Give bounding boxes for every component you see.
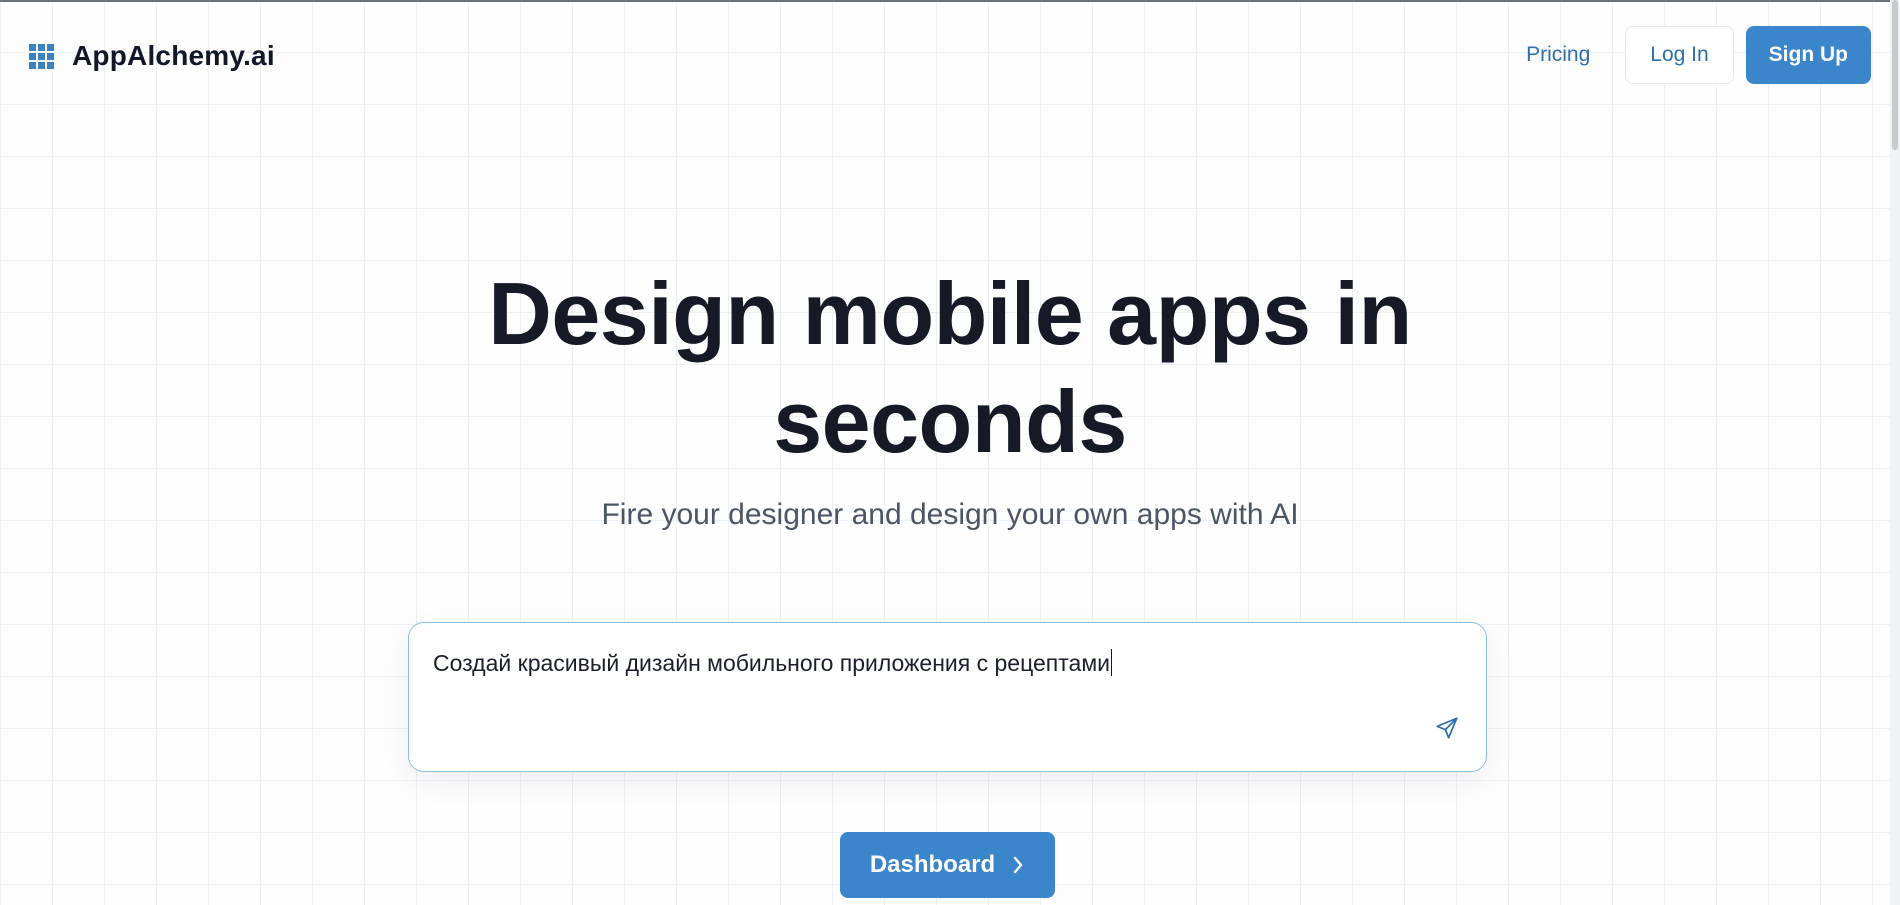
signup-button[interactable]: Sign Up — [1745, 26, 1871, 84]
login-button[interactable]: Log In — [1625, 26, 1734, 84]
dashboard-label: Dashboard — [869, 851, 996, 878]
hero: Design mobile apps in seconds Fire your … — [0, 260, 1900, 532]
pricing-link[interactable]: Pricing — [1526, 43, 1590, 67]
chevron-right-icon — [1013, 856, 1023, 874]
hero-subtitle: Fire your designer and design your own a… — [601, 498, 1299, 531]
hero-title-line-1: Design mobile apps in — [488, 264, 1412, 363]
text-caret — [1110, 649, 1112, 676]
top-nav: Pricing Log In Sign Up — [1526, 26, 1871, 84]
hero-title-line-2: seconds — [773, 372, 1127, 471]
scrollbar-thumb[interactable] — [1892, 0, 1898, 150]
site-header: AppAlchemy.ai Pricing Log In Sign Up — [0, 0, 1900, 112]
send-icon[interactable] — [1434, 715, 1460, 741]
page-scrollbar[interactable] — [1890, 0, 1900, 905]
dashboard-button[interactable]: Dashboard — [840, 832, 1055, 898]
hero-title: Design mobile apps in seconds — [0, 260, 1900, 476]
grid-icon — [29, 43, 54, 69]
prompt-value: Создай красивый дизайн мобильного прилож… — [433, 650, 1110, 676]
brand-name: AppAlchemy.ai — [72, 40, 275, 71]
logo[interactable]: AppAlchemy.ai — [29, 40, 275, 72]
prompt-input[interactable]: Создай красивый дизайн мобильного прилож… — [408, 622, 1487, 772]
prompt-text[interactable]: Создай красивый дизайн мобильного прилож… — [433, 649, 1112, 677]
